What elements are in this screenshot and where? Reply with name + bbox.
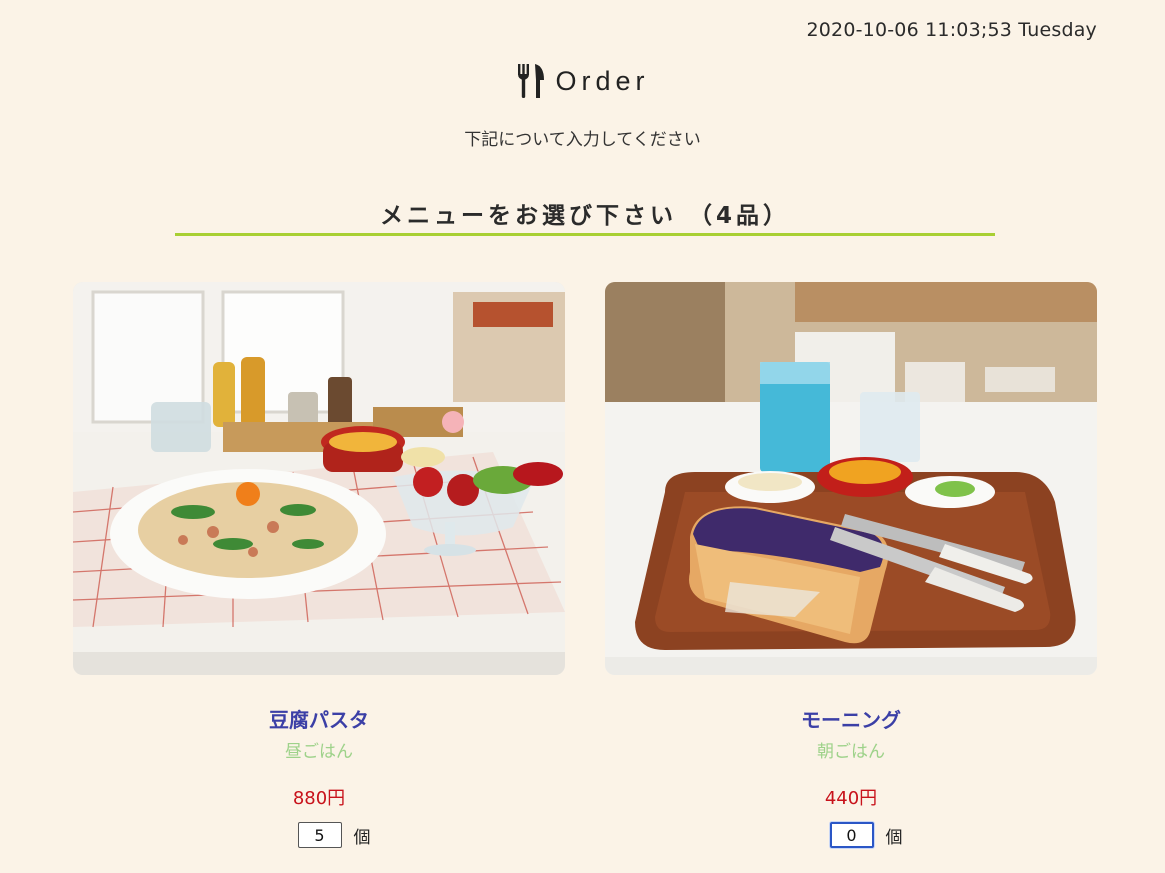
quantity-input[interactable]	[297, 822, 342, 848]
order-page: 2020-10-06 11:03;53 Tuesday Order 下記について…	[0, 0, 1165, 873]
toast-breakfast-photo	[605, 282, 1097, 675]
quantity-input[interactable]	[829, 822, 874, 848]
section-title: メニューをお選び下さい （4品）	[379, 203, 790, 229]
logo-text: Order	[555, 65, 650, 96]
instruction-text: 下記について入力してください	[464, 130, 701, 150]
item-price: 880円	[292, 788, 346, 809]
order-logo: Order	[0, 62, 1165, 100]
quantity-row: 個	[73, 822, 565, 848]
current-datetime: 2020-10-06 11:03;53 Tuesday	[806, 19, 1097, 41]
item-category: 昼ごはん	[285, 742, 353, 762]
item-name: モーニング	[801, 708, 901, 732]
pasta-lunch-photo	[73, 282, 565, 675]
quantity-unit: 個	[885, 827, 903, 848]
item-price: 440円	[824, 788, 878, 809]
item-name: 豆腐パスタ	[269, 708, 369, 732]
fork-knife-icon	[518, 64, 545, 98]
menu-card-morning: モーニング 朝ごはん 440円 個	[605, 282, 1097, 848]
section-divider	[175, 233, 995, 236]
quantity-row: 個	[605, 822, 1097, 848]
quantity-unit: 個	[353, 827, 371, 848]
menu-card-pasta: 豆腐パスタ 昼ごはん 880円 個	[73, 282, 565, 848]
item-category: 朝ごはん	[817, 742, 885, 762]
